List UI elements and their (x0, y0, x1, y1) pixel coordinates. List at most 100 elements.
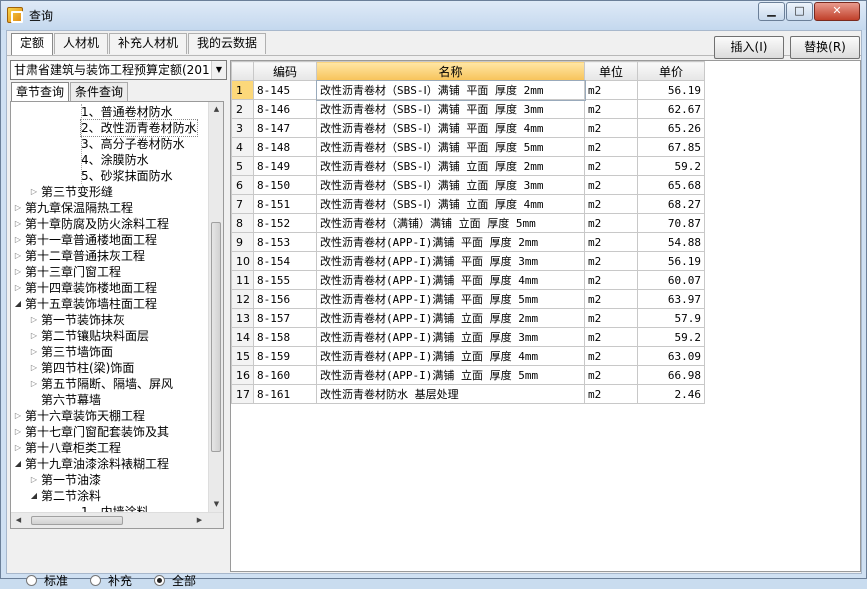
price-cell[interactable]: 56.19 (637, 80, 705, 100)
name-cell[interactable]: 改性沥青卷材（SBS-Ⅰ）满铺 平面 厚度 4mm (316, 118, 585, 138)
tab-my-cloud-data[interactable]: 我的云数据 (188, 33, 267, 54)
name-cell[interactable]: 改性沥青卷材(APP-I)满铺 立面 厚度 3mm (316, 327, 585, 347)
row-number-cell[interactable]: 5 (231, 156, 254, 176)
table-row[interactable]: 9 8-153 改性沥青卷材(APP-I)满铺 平面 厚度 2mm m2 54.88 (231, 232, 705, 252)
radio-supplement-circle[interactable] (90, 575, 102, 586)
row-number-cell[interactable]: 2 (231, 99, 254, 119)
tree-node[interactable]: 第十四章装饰楼地面工程 (25, 280, 157, 296)
unit-cell[interactable]: m2 (584, 251, 638, 271)
code-cell[interactable]: 8-150 (253, 175, 317, 195)
tree-node[interactable]: 第十九章油漆涂料裱糊工程 (25, 456, 169, 472)
tab-supplement-lmm[interactable]: 补充人材机 (109, 33, 188, 54)
code-cell[interactable]: 8-161 (253, 384, 317, 404)
minimize-button[interactable]: ▁ (758, 2, 785, 21)
title-bar[interactable]: 查询 ▁ □ ✕ (1, 1, 866, 30)
horizontal-scrollbar[interactable]: ◀ ▶ (11, 512, 223, 528)
radio-standard-circle[interactable] (26, 575, 37, 586)
tree-node[interactable]: 第五节隔断、隔墙、屏风 (41, 376, 173, 392)
tree-node[interactable]: 第二节涂料 (41, 488, 101, 504)
hscroll-thumb[interactable] (31, 516, 123, 525)
replace-button[interactable]: 替换(R) (790, 36, 860, 59)
expanded-triangle-icon[interactable]: ◢ (13, 296, 23, 312)
unit-cell[interactable]: m2 (584, 118, 638, 138)
name-cell[interactable]: 改性沥青卷材(APP-I)满铺 立面 厚度 4mm (316, 346, 585, 366)
code-cell[interactable]: 8-154 (253, 251, 317, 271)
unit-cell[interactable]: m2 (584, 289, 638, 309)
tree-node[interactable]: 1、普通卷材防水 (81, 104, 173, 120)
tree-node[interactable]: 第一节油漆 (41, 472, 101, 488)
row-number-cell[interactable]: 12 (231, 289, 254, 309)
tree-node[interactable]: 第十二章普通抹灰工程 (25, 248, 145, 264)
tree-node[interactable]: 2、改性沥青卷材防水 (80, 119, 198, 137)
scroll-thumb[interactable] (211, 222, 221, 452)
price-cell[interactable]: 65.68 (637, 175, 705, 195)
code-cell[interactable]: 8-156 (253, 289, 317, 309)
insert-button[interactable]: 插入(I) (714, 36, 784, 59)
table-row[interactable]: 5 8-149 改性沥青卷材（SBS-Ⅰ）满铺 立面 厚度 2mm m2 59.2 (231, 156, 705, 176)
tree-node[interactable]: 第十六章装饰天棚工程 (25, 408, 145, 424)
row-number-cell[interactable]: 14 (231, 327, 254, 347)
price-cell[interactable]: 66.98 (637, 365, 705, 385)
collapsed-triangle-icon[interactable]: ▷ (13, 440, 23, 456)
price-cell[interactable]: 67.85 (637, 137, 705, 157)
unit-cell[interactable]: m2 (584, 365, 638, 385)
unit-cell[interactable]: m2 (584, 194, 638, 214)
collapsed-triangle-icon[interactable]: ▷ (29, 376, 39, 392)
price-cell[interactable]: 63.09 (637, 346, 705, 366)
collapsed-triangle-icon[interactable]: ▷ (29, 312, 39, 328)
tab-labor-material-machine[interactable]: 人材机 (54, 33, 109, 54)
price-cell[interactable]: 68.27 (637, 194, 705, 214)
name-cell[interactable]: 改性沥青卷材（SBS-Ⅰ）满铺 立面 厚度 2mm (316, 156, 585, 176)
table-row[interactable]: 11 8-155 改性沥青卷材(APP-I)满铺 平面 厚度 4mm m2 60.07 (231, 270, 705, 290)
table-row[interactable]: 8 8-152 改性沥青卷材（满铺）满铺 立面 厚度 5mm m2 70.87 (231, 213, 705, 233)
radio-supplement[interactable]: 补充 (90, 572, 132, 589)
tree-node[interactable]: 第一节装饰抹灰 (41, 312, 125, 328)
vertical-scrollbar[interactable]: ▲ ▼ (208, 102, 223, 512)
collapsed-triangle-icon[interactable]: ▷ (29, 472, 39, 488)
tree-node[interactable]: 第十一章普通楼地面工程 (25, 232, 157, 248)
row-number-cell[interactable]: 11 (231, 270, 254, 290)
row-number-cell[interactable]: 3 (231, 118, 254, 138)
row-number-cell[interactable]: 8 (231, 213, 254, 233)
price-cell[interactable]: 56.19 (637, 251, 705, 271)
tree-node[interactable]: 第六节幕墙 (41, 392, 101, 408)
unit-cell[interactable]: m2 (584, 156, 638, 176)
quota-library-select[interactable]: 甘肃省建筑与装饰工程预算定额(201 ▼ (10, 60, 227, 80)
tree-node[interactable]: 第十三章门窗工程 (25, 264, 121, 280)
scroll-up-icon[interactable]: ▲ (209, 102, 223, 117)
unit-cell[interactable]: m2 (584, 80, 638, 100)
name-cell[interactable]: 改性沥青卷材(APP-I)满铺 平面 厚度 2mm (316, 232, 585, 252)
radio-standard[interactable]: 标准 (26, 572, 68, 589)
expanded-triangle-icon[interactable]: ◢ (13, 456, 23, 472)
name-cell[interactable]: 改性沥青卷材(APP-I)满铺 立面 厚度 5mm (316, 365, 585, 385)
price-cell[interactable]: 63.97 (637, 289, 705, 309)
code-cell[interactable]: 8-157 (253, 308, 317, 328)
tree-node[interactable]: 1、内墙涂料 (81, 504, 149, 512)
tree-node[interactable]: 3、高分子卷材防水 (81, 136, 185, 152)
collapsed-triangle-icon[interactable]: ▷ (29, 184, 39, 200)
chevron-down-icon[interactable]: ▼ (211, 61, 226, 79)
table-row[interactable]: 15 8-159 改性沥青卷材(APP-I)满铺 立面 厚度 4mm m2 63.09 (231, 346, 705, 366)
tab-condition-query[interactable]: 条件查询 (70, 82, 129, 101)
code-cell[interactable]: 8-153 (253, 232, 317, 252)
collapsed-triangle-icon[interactable]: ▷ (13, 248, 23, 264)
scroll-left-icon[interactable]: ◀ (11, 513, 26, 528)
row-number-cell[interactable]: 7 (231, 194, 254, 214)
row-number-cell[interactable]: 4 (231, 137, 254, 157)
row-number-cell[interactable]: 1 (231, 80, 254, 100)
code-cell[interactable]: 8-148 (253, 137, 317, 157)
code-cell[interactable]: 8-155 (253, 270, 317, 290)
price-cell[interactable]: 70.87 (637, 213, 705, 233)
table-row[interactable]: 10 8-154 改性沥青卷材(APP-I)满铺 平面 厚度 3mm m2 56.19 (231, 251, 705, 271)
table-row[interactable]: 4 8-148 改性沥青卷材（SBS-Ⅰ）满铺 平面 厚度 5mm m2 67.85 (231, 137, 705, 157)
row-number-cell[interactable]: 10 (231, 251, 254, 271)
table-row[interactable]: 3 8-147 改性沥青卷材（SBS-Ⅰ）满铺 平面 厚度 4mm m2 65.26 (231, 118, 705, 138)
price-cell[interactable]: 62.67 (637, 99, 705, 119)
unit-cell[interactable]: m2 (584, 346, 638, 366)
table-row[interactable]: 1 8-145 改性沥青卷材（SBS-Ⅰ）满铺 平面 厚度 2mm m2 56.19 (231, 79, 705, 101)
tab-quota[interactable]: 定额 (11, 33, 54, 55)
tree-node[interactable]: 5、砂浆抹面防水 (81, 168, 173, 184)
unit-cell[interactable]: m2 (584, 99, 638, 119)
row-number-cell[interactable]: 17 (231, 384, 254, 404)
tree-node[interactable]: 第十章防腐及防火涂料工程 (25, 216, 169, 232)
